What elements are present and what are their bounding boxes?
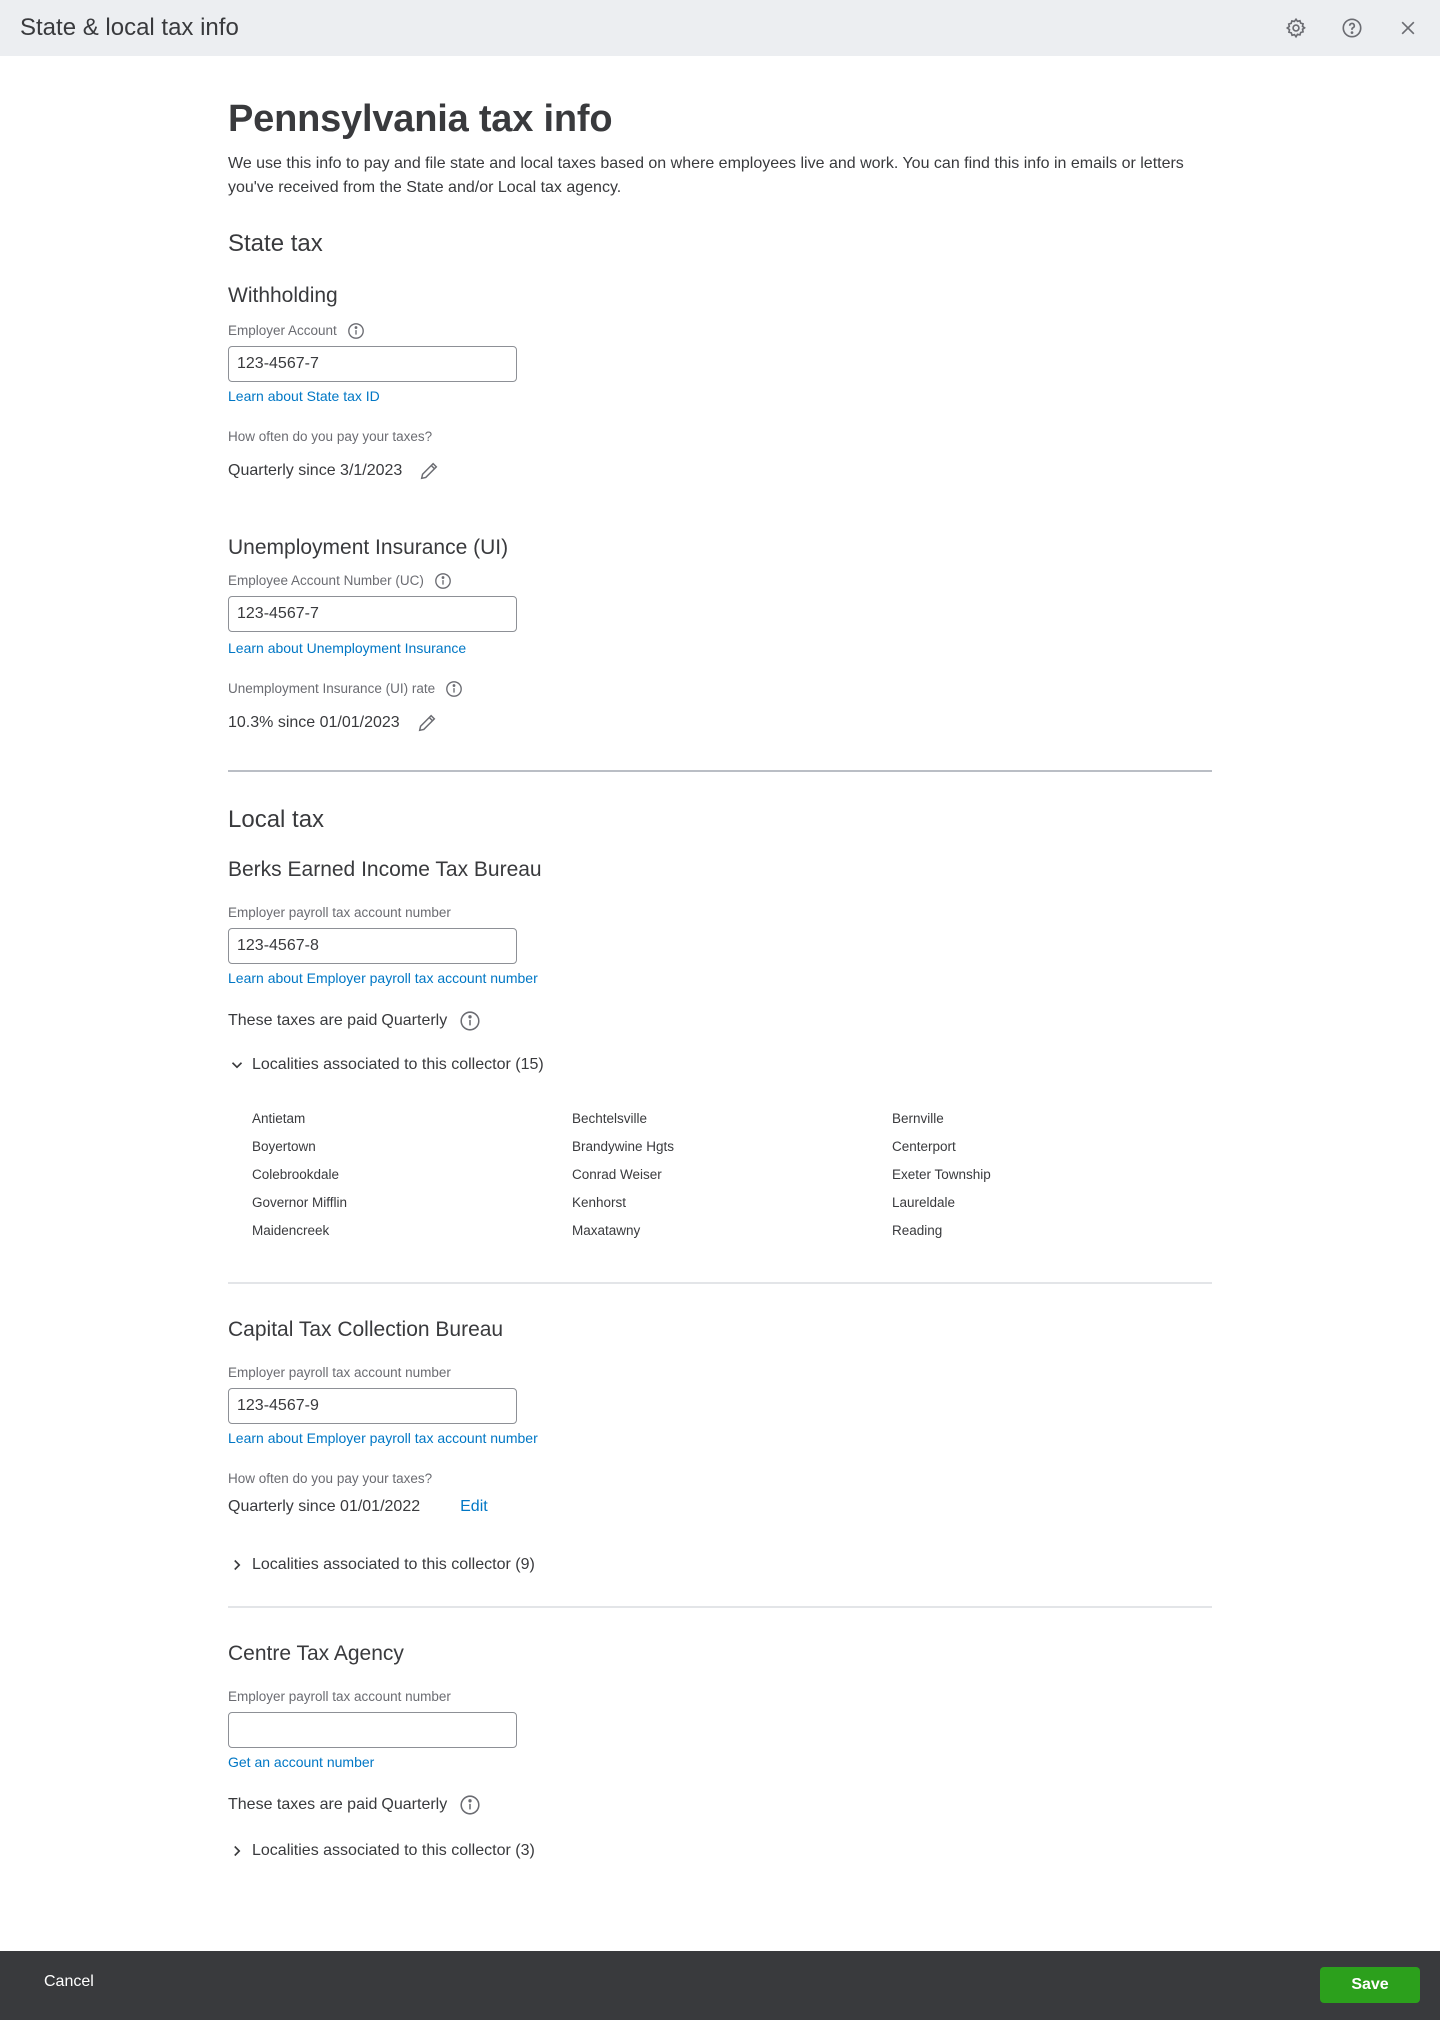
learn-payroll-account-link[interactable]: Learn about Employer payroll tax account… (228, 970, 538, 986)
collector-account-label: Employer payroll tax account number (228, 905, 451, 920)
localities-toggle[interactable]: Localities associated to this collector … (228, 1842, 1212, 1860)
info-icon[interactable] (445, 680, 463, 698)
unemployment-heading: Unemployment Insurance (UI) (228, 536, 509, 559)
collector-frequency-label: How often do you pay your taxes? (228, 1471, 433, 1486)
collector-account-input[interactable] (228, 928, 517, 964)
main-content: Pennsylvania tax info We use this info t… (228, 56, 1212, 1860)
ui-rate-value: 10.3% since 01/01/2023 (228, 714, 400, 731)
localities-toggle[interactable]: Localities associated to this collector … (228, 1556, 1212, 1574)
close-icon[interactable] (1394, 14, 1422, 42)
withholding-frequency-row: Quarterly since 3/1/2023 (228, 460, 1212, 482)
title-bar-actions (1282, 14, 1422, 42)
locality-item: Reading (892, 1223, 943, 1238)
uc-account-label-text: Employee Account Number (UC) (228, 573, 424, 588)
withholding-frequency-label: How often do you pay your taxes? (228, 429, 433, 444)
locality-item: Boyertown (252, 1139, 316, 1154)
uc-account-input[interactable] (228, 596, 517, 632)
collector-account-input[interactable] (228, 1712, 517, 1748)
info-icon[interactable] (459, 1010, 481, 1032)
help-icon[interactable] (1338, 14, 1366, 42)
pencil-edit-icon[interactable] (416, 712, 438, 734)
collector-name: Centre Tax Agency (228, 1642, 404, 1665)
save-button[interactable]: Save (1320, 1967, 1420, 2003)
employer-account-label-text: Employer Account (228, 323, 337, 338)
localities-toggle-label: Localities associated to this collector … (252, 1056, 544, 1073)
localities-toggle-label: Localities associated to this collector … (252, 1842, 535, 1859)
window-title: State & local tax info (20, 14, 239, 41)
collector-name: Berks Earned Income Tax Bureau (228, 858, 542, 881)
locality-item: Kenhorst (572, 1195, 627, 1210)
gear-icon[interactable] (1282, 14, 1310, 42)
locality-item: Conrad Weiser (572, 1167, 662, 1182)
chevron-down-icon (228, 1056, 246, 1074)
locality-item: Colebrookdale (252, 1167, 340, 1182)
ui-rate-row: 10.3% since 01/01/2023 (228, 712, 1212, 734)
paid-prefix: These taxes are paid (228, 1012, 378, 1029)
page-intro: We use this info to pay and file state a… (228, 155, 1184, 196)
paid-frequency: Quarterly (381, 1012, 448, 1029)
paid-frequency-row: These taxes are paid Quarterly (228, 1794, 1212, 1816)
localities-toggle-label: Localities associated to this collector … (252, 1556, 535, 1573)
locality-item: Bernville (892, 1111, 944, 1126)
learn-payroll-account-link[interactable]: Learn about Employer payroll tax account… (228, 1430, 538, 1446)
localities-toggle[interactable]: Localities associated to this collector … (228, 1056, 1212, 1074)
get-account-number-link[interactable]: Get an account number (228, 1754, 374, 1770)
chevron-right-icon (228, 1842, 246, 1860)
locality-item: Laureldale (892, 1195, 956, 1210)
collector-divider (228, 1282, 1212, 1284)
edit-frequency-link[interactable]: Edit (460, 1498, 488, 1516)
paid-frequency-row: These taxes are paid Quarterly (228, 1010, 1212, 1032)
locality-item: Antietam (252, 1111, 306, 1126)
locality-item: Maidencreek (252, 1223, 330, 1238)
withholding-heading: Withholding (228, 284, 338, 307)
collector-frequency-row: Quarterly since 01/01/2022 Edit (228, 1498, 1212, 1516)
title-bar: State & local tax info (0, 0, 1440, 56)
localities-list: Antietam Bechtelsville Bernville Boyerto… (252, 1110, 1212, 1240)
info-icon[interactable] (459, 1794, 481, 1816)
ui-rate-label: Unemployment Insurance (UI) rate (228, 680, 1212, 698)
locality-item: Bechtelsville (572, 1111, 648, 1126)
learn-state-tax-id-link[interactable]: Learn about State tax ID (228, 388, 380, 404)
collector-divider (228, 1606, 1212, 1608)
chevron-right-icon (228, 1556, 246, 1574)
info-icon[interactable] (347, 322, 365, 340)
paid-prefix: These taxes are paid (228, 1796, 378, 1813)
page-title: Pennsylvania tax info (228, 98, 613, 140)
footer-bar: Cancel Save (0, 1951, 1440, 2020)
section-divider (228, 770, 1212, 772)
locality-item: Governor Mifflin (252, 1195, 348, 1210)
locality-item: Brandywine Hgts (572, 1139, 675, 1154)
collector-frequency-value: Quarterly since 01/01/2022 (228, 1498, 421, 1515)
employer-account-input[interactable] (228, 346, 517, 382)
info-icon[interactable] (434, 572, 452, 590)
locality-item: Exeter Township (892, 1167, 991, 1182)
state-tax-heading: State tax (228, 230, 323, 257)
ui-rate-label-text: Unemployment Insurance (UI) rate (228, 681, 436, 696)
local-tax-heading: Local tax (228, 806, 325, 833)
collector-name: Capital Tax Collection Bureau (228, 1318, 504, 1341)
collector-account-label: Employer payroll tax account number (228, 1689, 451, 1704)
locality-item: Centerport (892, 1139, 956, 1154)
paid-frequency: Quarterly (381, 1796, 448, 1813)
cancel-button[interactable]: Cancel (44, 1973, 94, 1991)
learn-unemployment-link[interactable]: Learn about Unemployment Insurance (228, 640, 466, 656)
collector-account-label: Employer payroll tax account number (228, 1365, 451, 1380)
collector-account-input[interactable] (228, 1388, 517, 1424)
withholding-frequency-value: Quarterly since 3/1/2023 (228, 462, 403, 479)
uc-account-label: Employee Account Number (UC) (228, 572, 1212, 590)
employer-account-label: Employer Account (228, 322, 1212, 340)
locality-item: Maxatawny (572, 1223, 641, 1238)
pencil-edit-icon[interactable] (418, 460, 440, 482)
